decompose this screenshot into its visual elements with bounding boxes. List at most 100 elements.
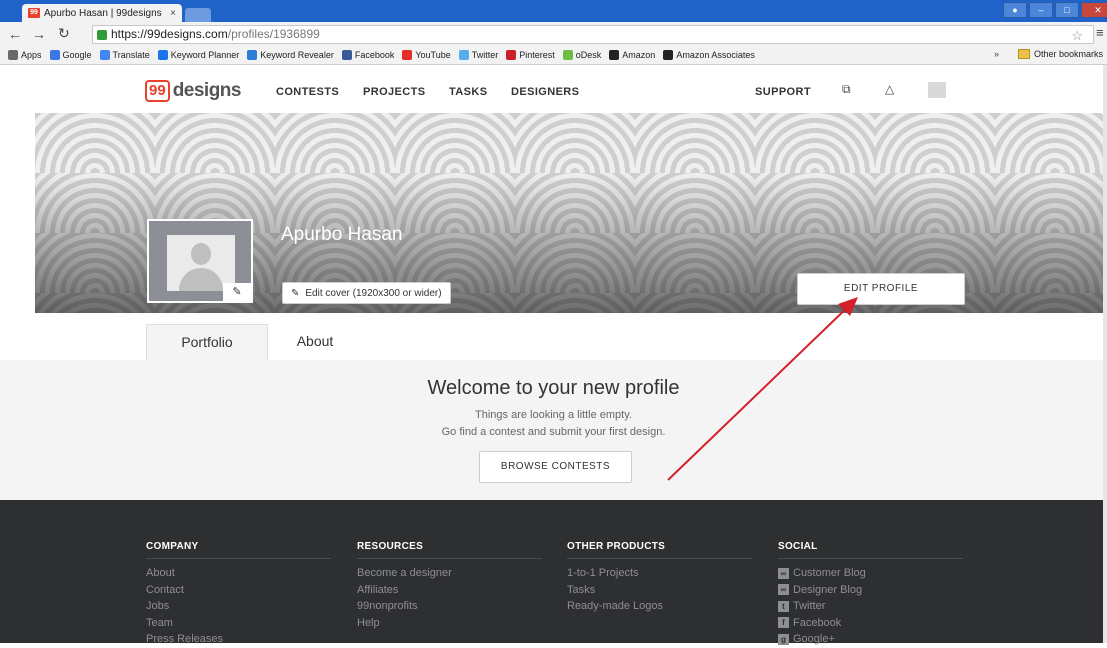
back-icon[interactable]: ←	[8, 26, 22, 42]
footer-heading: SOCIAL	[778, 541, 963, 559]
footer-link[interactable]: Team	[146, 615, 331, 632]
footer-link[interactable]: Contact	[146, 582, 331, 599]
footer-heading: RESOURCES	[357, 541, 542, 559]
bookmark-amazon-associates[interactable]: Amazon Associates	[663, 50, 755, 60]
edit-cover-label: Edit cover (1920x300 or wider)	[305, 287, 442, 299]
nav-tasks[interactable]: TASKS	[449, 86, 487, 98]
footer-link-designer-blog[interactable]: ∞ Designer Blog	[778, 582, 963, 599]
pinterest-icon	[506, 50, 517, 60]
footer-link[interactable]: Become a designer	[357, 565, 542, 582]
bookmark-label: YouTube	[415, 50, 451, 60]
browse-contests-button[interactable]: BROWSE CONTESTS	[479, 451, 632, 483]
forward-icon[interactable]: →	[32, 26, 46, 42]
new-tab-button[interactable]	[185, 8, 211, 22]
footer-link-twitter[interactable]: t Twitter	[778, 598, 963, 615]
maximize-icon[interactable]: □	[1055, 2, 1079, 18]
user-avatar-icon[interactable]	[928, 82, 946, 98]
bookmark-translate[interactable]: Translate	[99, 50, 150, 60]
facebook-icon	[341, 50, 352, 60]
footer-link-facebook[interactable]: f Facebook	[778, 615, 963, 632]
bookmark-label: Google	[62, 50, 92, 60]
footer-link[interactable]: About	[146, 565, 331, 582]
user-icon[interactable]: ●	[1003, 2, 1027, 18]
bookmark-pinterest[interactable]: Pinterest	[506, 50, 555, 60]
twitter-icon	[458, 50, 469, 60]
footer-link-google-plus[interactable]: g Google+	[778, 631, 963, 648]
bookmark-apps[interactable]: Apps	[8, 50, 42, 60]
bookmark-google[interactable]: Google	[49, 50, 92, 60]
bookmark-twitter[interactable]: Twitter	[458, 50, 498, 60]
youtube-icon	[402, 50, 413, 60]
tab-about[interactable]: About	[290, 324, 340, 360]
reload-icon[interactable]: ↻	[58, 25, 70, 42]
footer-link-customer-blog[interactable]: ∞ Customer Blog	[778, 565, 963, 582]
footer-link[interactable]: Help	[357, 615, 542, 632]
footer-link[interactable]: 99nonprofits	[357, 598, 542, 615]
folder-icon	[1017, 49, 1030, 59]
bookmarks-overflow-icon[interactable]: »	[994, 49, 999, 59]
nav-projects[interactable]: PROJECTS	[363, 86, 426, 98]
bookmark-amazon[interactable]: Amazon	[609, 50, 655, 60]
address-bar[interactable]: https://99designs.com/profiles/1936899 ☆	[92, 25, 1094, 44]
footer-col-social: SOCIAL ∞ Customer Blog ∞ Designer Blog t Tw…	[778, 541, 963, 648]
footer-link[interactable]: Affiliates	[357, 582, 542, 599]
bookmark-label: Translate	[112, 50, 150, 60]
logo-word: designs	[172, 80, 242, 101]
odesk-icon	[562, 50, 573, 60]
favicon-99designs-icon: 99	[28, 8, 40, 18]
nav-support[interactable]: SUPPORT	[755, 86, 811, 98]
footer-link-label: Google+	[793, 633, 835, 645]
keyword-revealer-icon	[247, 50, 258, 60]
rss-icon: ∞	[778, 567, 789, 579]
tab-portfolio[interactable]: Portfolio	[146, 324, 268, 361]
edit-avatar-pencil-icon[interactable]: ✎	[223, 283, 251, 301]
tab-close-icon[interactable]: ×	[170, 8, 176, 19]
bookmark-label: Keyword Planner	[170, 50, 240, 60]
tab-title: Apurbo Hasan | 99designs	[44, 7, 162, 19]
browser-toolbar: ← → ↻ https://99designs.com/profiles/193…	[0, 22, 1107, 47]
bookmark-youtube[interactable]: YouTube	[402, 50, 451, 60]
keyword-planner-icon	[157, 50, 168, 60]
bookmark-facebook[interactable]: Facebook	[341, 50, 395, 60]
bookmark-keyword-revealer[interactable]: Keyword Revealer	[247, 50, 334, 60]
other-bookmarks[interactable]: Other bookmarks	[1017, 49, 1103, 59]
messages-icon[interactable]: ⧉	[842, 82, 851, 97]
rss-icon: ∞	[778, 584, 789, 596]
footer-link[interactable]: Jobs	[146, 598, 331, 615]
edit-profile-button[interactable]: EDIT PROFILE	[797, 273, 965, 305]
edit-cover-button[interactable]: ✎ Edit cover (1920x300 or wider)	[282, 282, 451, 304]
footer-link[interactable]: 1-to-1 Projects	[567, 565, 752, 582]
welcome-title: Welcome to your new profile	[427, 377, 680, 399]
avatar-body	[179, 268, 223, 291]
apps-icon	[8, 50, 18, 60]
profile-picture[interactable]: ✎	[147, 219, 253, 303]
bookmark-label: Amazon Associates	[676, 50, 755, 60]
nav-designers[interactable]: DESIGNERS	[511, 86, 579, 98]
footer-col-other-products: OTHER PRODUCTS 1-to-1 Projects Tasks Rea…	[567, 541, 752, 615]
welcome-line-1: Things are looking a little empty.	[475, 409, 632, 421]
footer-link[interactable]: Ready-made Logos	[567, 598, 752, 615]
close-window-icon[interactable]: ✕	[1081, 2, 1107, 18]
minimize-icon[interactable]: –	[1029, 2, 1053, 18]
google-icon	[49, 50, 60, 60]
footer-link[interactable]: Press Releases	[146, 631, 331, 648]
pencil-icon: ✎	[291, 287, 300, 299]
amazon-icon	[663, 50, 674, 60]
footer-link[interactable]: Tasks	[567, 582, 752, 599]
chrome-menu-icon[interactable]: ≡	[1096, 25, 1104, 40]
page-scrollbar[interactable]	[1103, 65, 1107, 643]
google-plus-icon: g	[778, 633, 789, 645]
avatar-head	[191, 243, 211, 265]
bookmark-label: Facebook	[354, 50, 395, 60]
notifications-bell-icon[interactable]: △	[885, 82, 894, 96]
footer-link-label: Facebook	[793, 616, 842, 629]
bookmark-star-icon[interactable]: ☆	[1071, 27, 1083, 44]
nav-contests[interactable]: CONTESTS	[276, 86, 339, 98]
browser-tab[interactable]: 99 Apurbo Hasan | 99designs ×	[22, 4, 182, 22]
lock-icon	[97, 29, 107, 40]
logo[interactable]: 99 designs	[145, 80, 242, 102]
bookmark-keyword-planner[interactable]: Keyword Planner	[157, 50, 240, 60]
bookmark-odesk[interactable]: oDesk	[562, 50, 602, 60]
bookmark-label: oDesk	[575, 50, 602, 60]
profile-name: Apurbo Hasan	[281, 224, 403, 245]
